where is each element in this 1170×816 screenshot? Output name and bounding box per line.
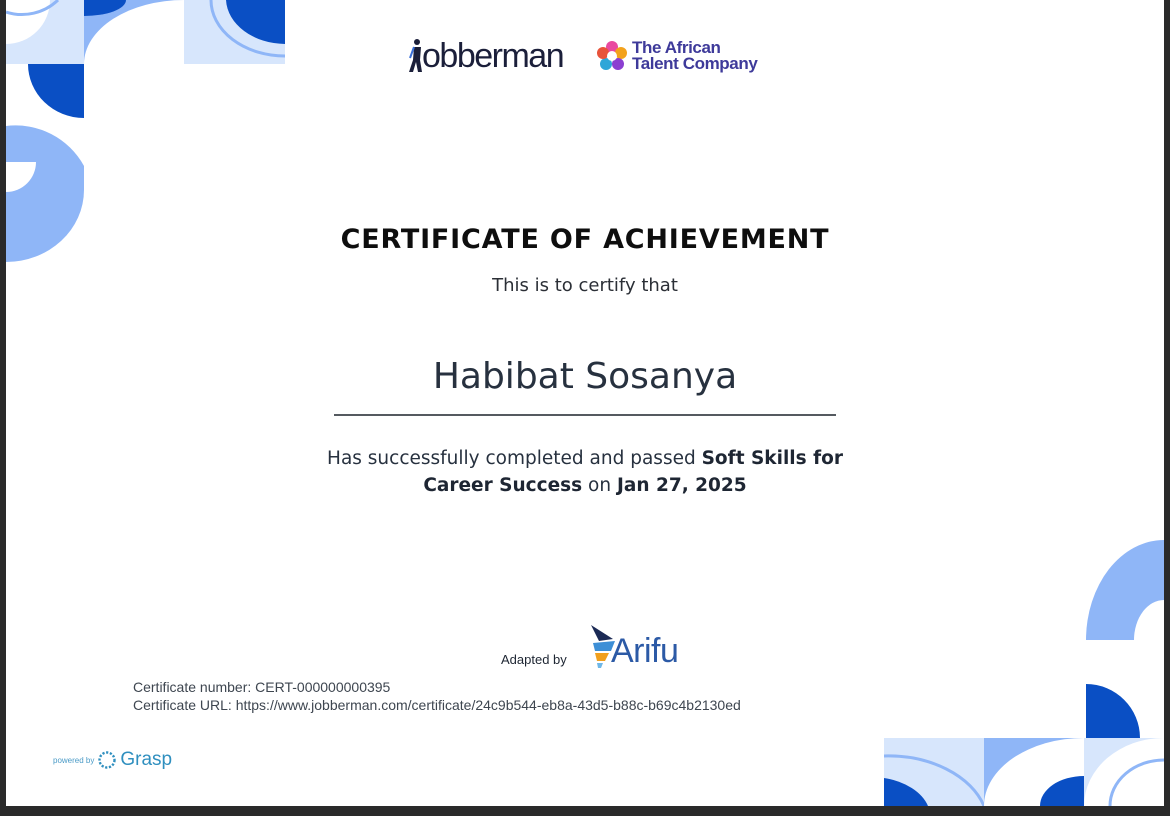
certificate-number: Certificate number: CERT-000000000395 bbox=[133, 679, 391, 695]
jobberman-wordmark: obberman bbox=[422, 37, 565, 75]
grasp-wordmark: Grasp bbox=[120, 749, 173, 770]
certificate-url[interactable]: Certificate URL: https://www.jobberman.c… bbox=[133, 696, 741, 714]
completion-date: Jan 27, 2025 bbox=[616, 475, 747, 496]
flower-icon bbox=[597, 41, 627, 70]
name-underline bbox=[334, 414, 836, 416]
certificate-title: CERTIFICATE OF ACHIEVEMENT bbox=[340, 224, 830, 255]
african-talent-company-logo: The African Talent Company bbox=[596, 39, 758, 73]
atc-line-2: Talent Company bbox=[632, 54, 758, 73]
decorative-pattern-bottom-right bbox=[884, 540, 1164, 806]
adapted-by-block: Adapted by Arifu bbox=[501, 620, 701, 672]
recipient-name: Habibat Sosanya bbox=[432, 356, 738, 397]
certify-intro: This is to certify that bbox=[492, 275, 678, 296]
completion-prefix: Has successfully completed and passed bbox=[327, 448, 696, 469]
on-word: on bbox=[588, 475, 612, 496]
adapted-by-label: Adapted by bbox=[501, 652, 567, 667]
grasp-ring-icon bbox=[98, 751, 117, 769]
completion-statement: Has successfully completed and passed So… bbox=[306, 445, 864, 499]
header-logos: obberman The African Talent Company bbox=[408, 36, 778, 82]
powered-by-label: powered by bbox=[53, 755, 95, 765]
certificate-meta: Certificate number: CERT-000000000395 Ce… bbox=[133, 678, 741, 714]
arifu-wordmark: Arifu bbox=[611, 632, 679, 670]
certificate-page: obberman The African Talent Company CERT… bbox=[6, 0, 1164, 806]
powered-by-grasp: powered by Grasp bbox=[53, 749, 172, 771]
jobberman-logo: obberman bbox=[408, 36, 565, 76]
